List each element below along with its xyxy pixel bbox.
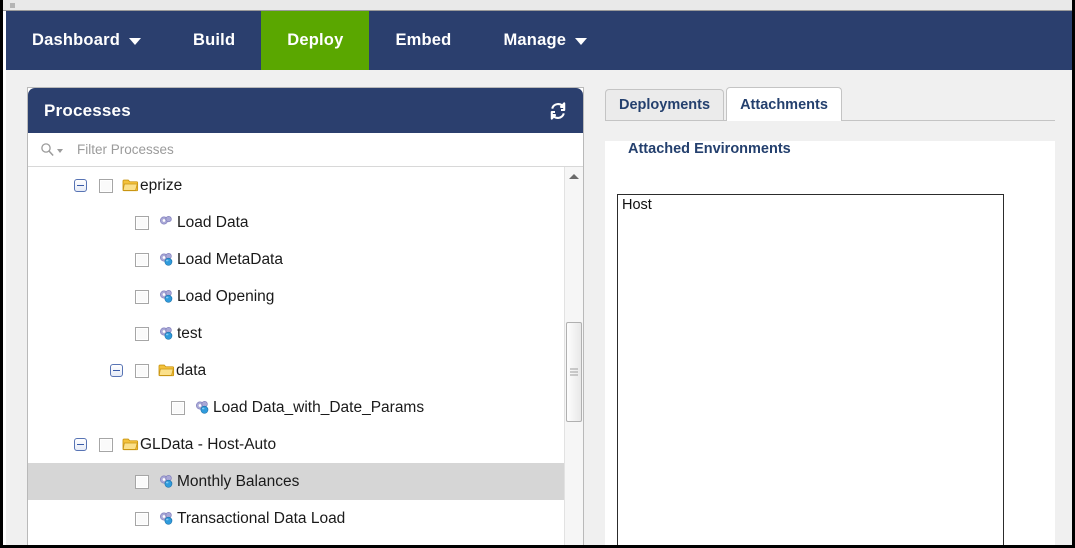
tree-toggle-placeholder (146, 401, 159, 414)
tree-toggle-placeholder (110, 253, 123, 266)
list-item[interactable]: Host (618, 195, 1003, 213)
tree-row-label: Load Data_with_Date_Params (213, 398, 425, 416)
tree-row[interactable]: Load MetaData (28, 241, 566, 278)
scroll-up-arrow-glyph (569, 173, 579, 179)
nav-item-deploy[interactable]: Deploy (261, 11, 370, 70)
tree-collapse-toggle-icon[interactable] (74, 179, 87, 192)
tree-row[interactable]: test (28, 315, 566, 352)
gear-blue-icon (194, 400, 212, 416)
refresh-icon[interactable] (548, 101, 568, 121)
nav-item-embed-label: Embed (395, 31, 452, 49)
tree-row-label: eprize (140, 176, 183, 194)
nav-item-deploy-label: Deploy (287, 31, 344, 49)
tree-row[interactable]: eprize (28, 167, 566, 204)
folder-icon (122, 178, 139, 193)
tree-row-checkbox[interactable] (135, 511, 149, 526)
gear-icon (158, 215, 176, 231)
tree-row-label: GLData - Host-Auto (140, 435, 277, 453)
scroll-up-arrow-icon[interactable] (565, 167, 583, 185)
gear-blue-icon (158, 252, 176, 268)
tab-strip: Deployments Attachments (605, 87, 1055, 121)
tree-row-checkbox[interactable] (135, 289, 149, 304)
tree-row-checkbox[interactable] (135, 215, 149, 230)
tree-toggle-placeholder (110, 327, 123, 340)
tree-row[interactable]: Load Data_with_Date_Params (28, 389, 566, 426)
tree-collapse-toggle-icon[interactable] (110, 364, 123, 377)
nav-item-build[interactable]: Build (167, 11, 261, 70)
nav-item-embed[interactable]: Embed (369, 11, 477, 70)
window-title-strip (3, 0, 1072, 11)
tree-row-checkbox[interactable] (135, 252, 149, 267)
tree-row-checkbox[interactable] (135, 363, 149, 378)
tree-toggle-placeholder (110, 512, 123, 525)
search-icon[interactable] (40, 142, 63, 157)
tree-row-label: Monthly Balances (177, 472, 300, 490)
tree-row[interactable]: Load Opening (28, 278, 566, 315)
nav-item-manage-label: Manage (503, 31, 567, 49)
tree-row-checkbox[interactable] (99, 437, 113, 452)
tree-row-checkbox[interactable] (135, 474, 149, 489)
tree-toggle-placeholder (110, 290, 123, 303)
chevron-down-icon (575, 38, 588, 45)
processes-panel-header: Processes (28, 88, 583, 133)
nav-item-dashboard-label: Dashboard (32, 31, 120, 49)
tree-row[interactable]: data (28, 352, 566, 389)
tab-attachments[interactable]: Attachments (726, 87, 842, 121)
tree-row[interactable]: Monthly Balances (28, 463, 566, 500)
gear-blue-icon (158, 511, 176, 527)
tree-row-label: Transactional Data Load (177, 509, 346, 527)
processes-panel-title: Processes (44, 100, 131, 120)
tree-toggle-placeholder (110, 475, 123, 488)
tree-row[interactable]: GLData - Host-Auto (28, 426, 566, 463)
search-dropdown-caret-icon[interactable] (57, 149, 63, 153)
tree-row-checkbox[interactable] (135, 326, 149, 341)
processes-panel: Processes Filter Processes eprize Load D… (27, 87, 584, 545)
deployment-details-panel: Deployments Attachments Attached Environ… (605, 87, 1055, 545)
attached-environments-title: Attached Environments (628, 141, 791, 157)
tree-row-label: Load Data (177, 213, 249, 231)
nav-item-manage[interactable]: Manage (477, 11, 613, 70)
tree-row[interactable]: Load Data (28, 204, 566, 241)
attached-environments-listbox[interactable]: Host (617, 194, 1004, 545)
tree-row-label: test (177, 324, 202, 342)
tab-deployments-label: Deployments (619, 97, 711, 113)
tree-row-label: data (176, 361, 207, 379)
process-tree-viewport: eprize Load Data Load MetaData Load Opening… (28, 167, 583, 545)
scrollbar-thumb[interactable] (566, 322, 582, 422)
process-tree: eprize Load Data Load MetaData Load Opening… (28, 167, 566, 537)
chevron-down-icon (128, 38, 141, 45)
tree-row-label: Load Opening (177, 287, 275, 305)
gear-blue-icon (158, 289, 176, 305)
tree-row[interactable]: Transactional Data Load (28, 500, 566, 537)
tab-attachments-label: Attachments (740, 96, 828, 113)
tree-collapse-toggle-icon[interactable] (74, 438, 87, 451)
gear-blue-icon (158, 326, 176, 342)
application-window: Dashboard Build Deploy Embed Manage Proc… (0, 0, 1075, 548)
tab-deployments[interactable]: Deployments (605, 89, 725, 120)
folder-icon (122, 437, 139, 452)
top-navigation-bar: Dashboard Build Deploy Embed Manage (6, 11, 1072, 70)
tree-toggle-placeholder (110, 216, 123, 229)
tree-row-checkbox[interactable] (171, 400, 185, 415)
scroll-thumb-grip-icon (570, 367, 578, 378)
attachments-tab-panel: Attached Environments Host (605, 141, 1055, 545)
gear-blue-icon (158, 474, 176, 490)
filter-row (28, 133, 583, 167)
tree-row-label: Load MetaData (177, 250, 283, 268)
main-content-area: Processes Filter Processes eprize Load D… (6, 70, 1072, 545)
window-title-nub (10, 3, 15, 8)
nav-item-dashboard[interactable]: Dashboard (6, 11, 167, 70)
tree-row-checkbox[interactable] (99, 178, 113, 193)
folder-icon (158, 363, 175, 378)
process-tree-scrollbar[interactable] (564, 167, 583, 545)
nav-item-build-label: Build (192, 31, 236, 49)
filter-processes-input[interactable] (75, 141, 499, 158)
